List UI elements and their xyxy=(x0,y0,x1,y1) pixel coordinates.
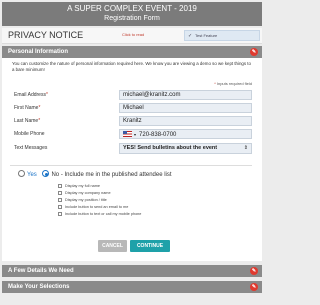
first-name-label: First Name* xyxy=(14,105,41,111)
section-title: A Few Details We Need xyxy=(8,268,74,274)
email-field[interactable]: michael@kranitz.com xyxy=(119,90,252,100)
yes-label[interactable]: Yes xyxy=(27,172,37,178)
option-position[interactable]: Display my position / title xyxy=(58,197,107,202)
checkbox[interactable] xyxy=(58,211,62,216)
us-flag-icon xyxy=(123,131,132,137)
section-title: Personal Information xyxy=(8,49,69,55)
form-subtitle: Registration Form xyxy=(104,15,160,22)
test-feature-label: Test Feature xyxy=(195,33,218,38)
option-full-name[interactable]: Display my full name xyxy=(58,183,100,188)
option-email-button[interactable]: Include button to send an email to me xyxy=(58,204,128,209)
option-company-name[interactable]: Display my company name xyxy=(58,190,111,195)
privacy-title: PRIVACY NOTICE xyxy=(8,30,84,40)
cancel-button[interactable]: CANCEL xyxy=(98,240,127,252)
last-name-label: Last Name* xyxy=(14,118,41,124)
intro-text: You can customize the nature of personal… xyxy=(12,61,251,72)
country-dropdown-icon[interactable]: ▾ xyxy=(134,132,136,137)
text-messages-value: YES! Send bulletins about the event xyxy=(123,145,218,151)
event-title: A SUPER COMPLEX EVENT - 2019 xyxy=(67,4,197,13)
personal-info-card: You can customize the nature of personal… xyxy=(2,58,262,261)
mobile-phone-field[interactable]: ▾ 720-838-0700 xyxy=(119,129,252,139)
click-to-read-link[interactable]: Click to read xyxy=(122,32,144,37)
no-label[interactable]: No xyxy=(51,172,59,178)
test-feature-checkbox[interactable]: ✓ Test Feature xyxy=(184,30,260,41)
collapse-icon[interactable]: ✎ xyxy=(250,283,258,291)
phone-value: 720-838-0700 xyxy=(139,132,177,138)
last-name-field[interactable]: Kranitz xyxy=(119,116,252,126)
no-radio[interactable] xyxy=(42,170,50,177)
checkbox[interactable] xyxy=(58,204,62,209)
section-personal-information[interactable]: Personal Information ✎ xyxy=(2,46,262,58)
email-label: Email Address* xyxy=(14,92,48,98)
text-messages-label: Text Messages xyxy=(14,145,48,151)
checkbox[interactable] xyxy=(58,183,62,188)
divider xyxy=(10,165,252,166)
yes-radio[interactable] xyxy=(18,170,25,177)
select-arrow-icon: ⇕ xyxy=(243,145,248,151)
attendee-question: - Include me in the published attendee l… xyxy=(60,172,172,178)
check-icon: ✓ xyxy=(188,33,193,39)
checkbox[interactable] xyxy=(58,197,62,202)
option-text-button[interactable]: Include button to text or call my mobile… xyxy=(58,211,141,216)
section-details[interactable]: A Few Details We Need ✎ xyxy=(2,265,262,277)
collapse-icon[interactable]: ✎ xyxy=(250,267,258,275)
continue-button[interactable]: CONTINUE xyxy=(130,240,170,252)
checkbox[interactable] xyxy=(58,190,62,195)
collapse-icon[interactable]: ✎ xyxy=(250,48,258,56)
section-selections[interactable]: Make Your Selections ✎ xyxy=(2,281,262,293)
text-messages-select[interactable]: YES! Send bulletins about the event ⇕ xyxy=(119,143,252,154)
required-note: * Inputs required field xyxy=(214,81,252,86)
mobile-phone-label: Mobile Phone xyxy=(14,131,45,137)
section-title: Make Your Selections xyxy=(8,284,70,290)
privacy-notice-bar: PRIVACY NOTICE Click to read ✓ Test Feat… xyxy=(2,28,262,44)
attendee-list-radio-group: Yes No - Include me in the published att… xyxy=(18,169,172,178)
first-name-field[interactable]: Michael xyxy=(119,103,252,113)
event-header: A SUPER COMPLEX EVENT - 2019 Registratio… xyxy=(2,2,262,26)
